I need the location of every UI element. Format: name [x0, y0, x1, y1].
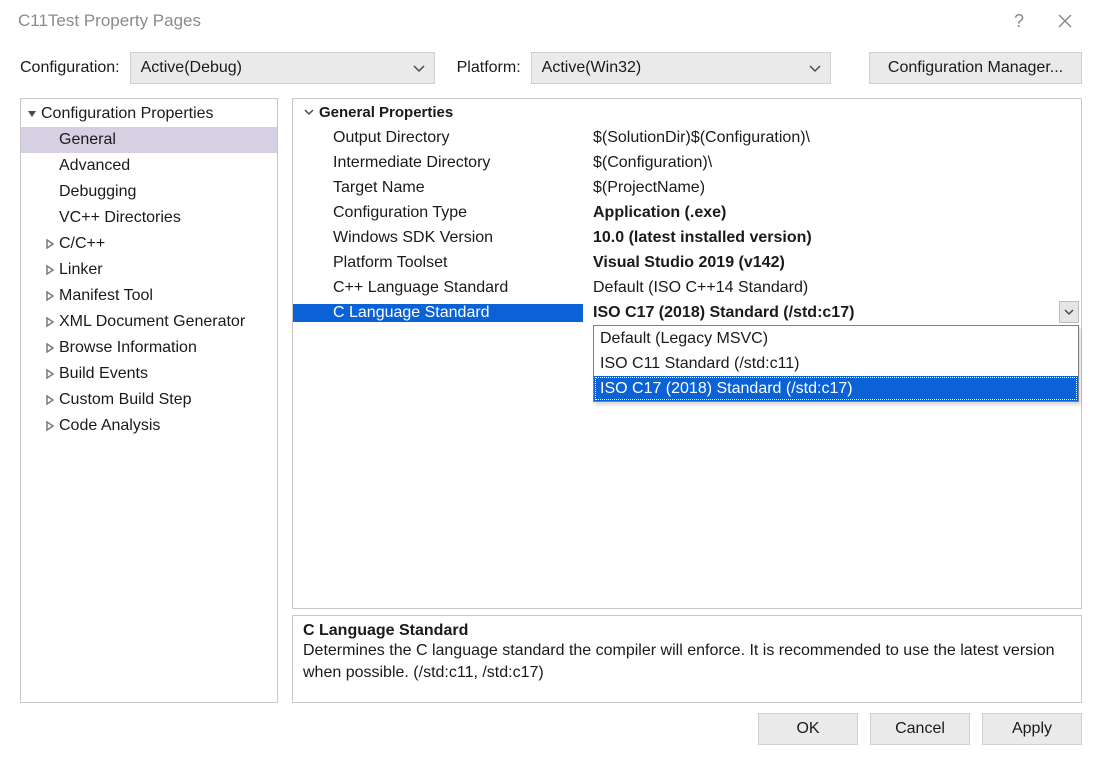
- tree-item[interactable]: Custom Build Step: [21, 387, 277, 413]
- tree-item[interactable]: General: [21, 127, 277, 153]
- description-title: C Language Standard: [303, 622, 1071, 640]
- property-value[interactable]: Visual Studio 2019 (v142): [583, 254, 1081, 272]
- property-name: Platform Toolset: [293, 254, 583, 272]
- tree-item[interactable]: Debugging: [21, 179, 277, 205]
- property-name: Windows SDK Version: [293, 229, 583, 247]
- property-name: Output Directory: [293, 129, 583, 147]
- triangle-right-icon: [41, 264, 59, 276]
- property-value[interactable]: $(Configuration)\: [583, 154, 1081, 172]
- platform-value: Active(Win32): [542, 59, 642, 77]
- ok-label: OK: [796, 720, 819, 738]
- property-value[interactable]: $(ProjectName): [583, 179, 1081, 197]
- tree-item-label: C/C++: [59, 235, 105, 253]
- description-panel: C Language Standard Determines the C lan…: [292, 615, 1082, 703]
- property-row[interactable]: C Language StandardISO C17 (2018) Standa…: [293, 300, 1081, 325]
- property-value[interactable]: Application (.exe): [583, 204, 1081, 222]
- description-body: Determines the C language standard the c…: [303, 640, 1071, 683]
- tree-item[interactable]: VC++ Directories: [21, 205, 277, 231]
- property-row[interactable]: Windows SDK Version10.0 (latest installe…: [293, 225, 1081, 250]
- group-header[interactable]: General Properties: [293, 99, 1081, 125]
- property-value[interactable]: $(SolutionDir)$(Configuration)\: [583, 129, 1081, 147]
- platform-combo[interactable]: Active(Win32): [531, 52, 831, 84]
- property-name: Configuration Type: [293, 204, 583, 222]
- configuration-manager-label: Configuration Manager...: [888, 59, 1063, 77]
- tree-item-label: Manifest Tool: [59, 287, 153, 305]
- property-value[interactable]: 10.0 (latest installed version): [583, 229, 1081, 247]
- tree-item[interactable]: Advanced: [21, 153, 277, 179]
- chevron-down-icon: [1063, 306, 1075, 318]
- triangle-right-icon: [41, 290, 59, 302]
- dropdown-option[interactable]: ISO C17 (2018) Standard (/std:c17): [594, 376, 1078, 401]
- property-row[interactable]: Intermediate Directory$(Configuration)\: [293, 150, 1081, 175]
- tree-item-label: Custom Build Step: [59, 391, 192, 409]
- group-label: General Properties: [319, 104, 453, 121]
- property-row[interactable]: Output Directory$(SolutionDir)$(Configur…: [293, 125, 1081, 150]
- property-name: Intermediate Directory: [293, 154, 583, 172]
- configuration-value: Active(Debug): [141, 59, 242, 77]
- configuration-combo[interactable]: Active(Debug): [130, 52, 435, 84]
- tree-root[interactable]: Configuration Properties: [21, 101, 277, 127]
- tree-item-label: Advanced: [59, 157, 130, 175]
- tree-item[interactable]: Linker: [21, 257, 277, 283]
- property-grid[interactable]: General Properties Output Directory$(Sol…: [292, 98, 1082, 609]
- tree-item[interactable]: C/C++: [21, 231, 277, 257]
- cancel-button[interactable]: Cancel: [870, 713, 970, 745]
- triangle-right-icon: [41, 394, 59, 406]
- footer-buttons: OK Cancel Apply: [758, 713, 1082, 745]
- dropdown-option[interactable]: ISO C11 Standard (/std:c11): [594, 351, 1078, 376]
- close-button[interactable]: [1042, 0, 1088, 42]
- triangle-right-icon: [41, 342, 59, 354]
- property-value[interactable]: ISO C17 (2018) Standard (/std:c17): [583, 304, 1081, 322]
- tree-item[interactable]: Browse Information: [21, 335, 277, 361]
- property-row[interactable]: Platform ToolsetVisual Studio 2019 (v142…: [293, 250, 1081, 275]
- triangle-right-icon: [41, 368, 59, 380]
- tree-item-label: VC++ Directories: [59, 209, 181, 227]
- dropdown-option[interactable]: Default (Legacy MSVC): [594, 326, 1078, 351]
- cancel-label: Cancel: [895, 720, 945, 738]
- triangle-right-icon: [41, 420, 59, 432]
- platform-label: Platform:: [457, 59, 521, 77]
- dropdown-list[interactable]: Default (Legacy MSVC)ISO C11 Standard (/…: [593, 325, 1079, 402]
- window-title: C11Test Property Pages: [18, 11, 201, 31]
- tree-root-label: Configuration Properties: [41, 105, 214, 123]
- chevron-down-icon: [806, 59, 824, 77]
- triangle-open-icon: [23, 108, 41, 120]
- tree-item[interactable]: XML Document Generator: [21, 309, 277, 335]
- property-row[interactable]: Configuration TypeApplication (.exe): [293, 200, 1081, 225]
- tree-item[interactable]: Manifest Tool: [21, 283, 277, 309]
- configuration-manager-button[interactable]: Configuration Manager...: [869, 52, 1082, 84]
- property-row[interactable]: C++ Language StandardDefault (ISO C++14 …: [293, 275, 1081, 300]
- apply-label: Apply: [1012, 720, 1052, 738]
- property-name: C++ Language Standard: [293, 279, 583, 297]
- apply-button[interactable]: Apply: [982, 713, 1082, 745]
- tree-item-label: Build Events: [59, 365, 148, 383]
- nav-tree[interactable]: Configuration Properties General Advanced…: [20, 98, 278, 703]
- tree-item-label: XML Document Generator: [59, 313, 245, 331]
- tree-item-label: General: [59, 131, 116, 149]
- property-name: C Language Standard: [293, 304, 583, 322]
- property-row[interactable]: Target Name$(ProjectName): [293, 175, 1081, 200]
- triangle-right-icon: [41, 238, 59, 250]
- tree-item-label: Debugging: [59, 183, 136, 201]
- svg-text:?: ?: [1014, 11, 1024, 31]
- help-button[interactable]: ?: [996, 0, 1042, 42]
- ok-button[interactable]: OK: [758, 713, 858, 745]
- chevron-down-icon: [410, 59, 428, 77]
- dropdown-button[interactable]: [1059, 301, 1079, 323]
- triangle-right-icon: [41, 316, 59, 328]
- property-value[interactable]: Default (ISO C++14 Standard): [583, 279, 1081, 297]
- tree-item-label: Browse Information: [59, 339, 197, 357]
- tree-item[interactable]: Code Analysis: [21, 413, 277, 439]
- tree-item-label: Linker: [59, 261, 103, 279]
- tree-item[interactable]: Build Events: [21, 361, 277, 387]
- chevron-down-icon: [299, 105, 319, 119]
- property-name: Target Name: [293, 179, 583, 197]
- config-bar: Configuration: Active(Debug) Platform: A…: [0, 42, 1102, 90]
- titlebar: C11Test Property Pages ?: [0, 0, 1102, 42]
- tree-item-label: Code Analysis: [59, 417, 160, 435]
- configuration-label: Configuration:: [20, 59, 120, 77]
